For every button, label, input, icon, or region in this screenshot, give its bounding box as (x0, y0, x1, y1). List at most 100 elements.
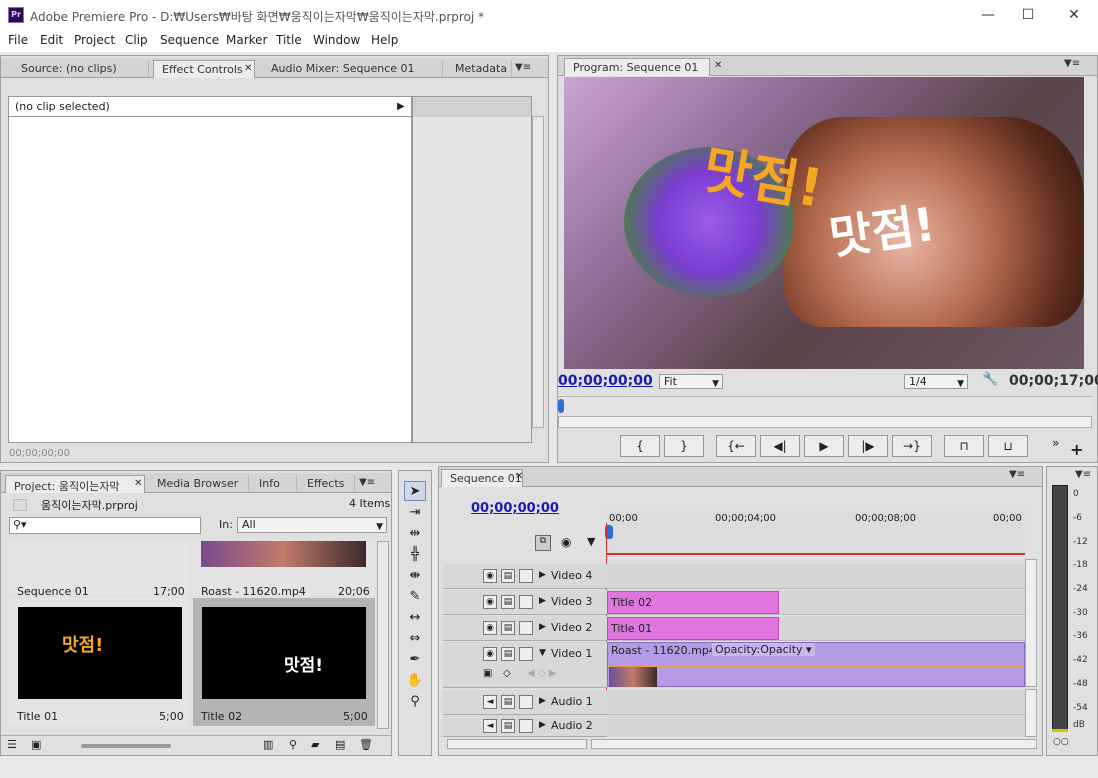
menu-project[interactable]: Project (74, 33, 115, 47)
eye-icon[interactable]: ◉ (483, 621, 497, 635)
list-view-icon[interactable]: ☰ (7, 738, 17, 751)
track-lane-video-4[interactable] (607, 564, 1025, 589)
speaker-icon[interactable]: ◄ (483, 695, 497, 709)
menu-title[interactable]: Title (276, 33, 302, 47)
keyframe-icon[interactable]: ◇ (503, 668, 511, 679)
selection-tool-icon[interactable]: ➤ (404, 481, 426, 501)
expand-arrow-icon[interactable]: ▶ (539, 696, 546, 706)
close-tab-icon[interactable]: ✕ (134, 478, 142, 489)
expand-arrow-icon[interactable]: ▶ (397, 101, 405, 112)
speaker-icon[interactable]: ◄ (483, 719, 497, 733)
vertical-scrollbar[interactable] (377, 541, 389, 729)
track-lane-video-3[interactable]: Title 02 (607, 590, 1025, 615)
timeline-hscrollbar[interactable] (591, 739, 1037, 749)
lock-icon[interactable] (519, 569, 533, 583)
expand-arrow-icon[interactable]: ▶ (539, 720, 546, 730)
rolling-edit-tool-icon[interactable]: ╬ (404, 545, 426, 565)
menu-window[interactable]: Window (313, 33, 360, 47)
go-to-in-button[interactable]: {← (716, 435, 756, 457)
clip-roast[interactable]: Roast - 11620.mp4 Opacity:Opacity ▾ (607, 642, 1025, 687)
clip-title-01[interactable]: Title 01 (607, 617, 779, 640)
project-item-sequence[interactable]: Sequence 01 17;00 (9, 541, 189, 598)
marker-icon[interactable]: ▼ (587, 535, 595, 548)
collapse-arrow-icon[interactable]: ▼ (539, 648, 546, 658)
track-lane-audio-2[interactable] (607, 715, 1025, 737)
go-to-out-button[interactable]: →} (892, 435, 932, 457)
mark-in-button[interactable]: { (620, 435, 660, 457)
film-icon[interactable]: ▤ (501, 695, 515, 709)
project-item-title01[interactable]: 맛점! Title 01 5;00 (9, 598, 189, 726)
in-dropdown[interactable]: All ▼ (237, 517, 387, 533)
fit-dropdown[interactable]: Fit ▼ (659, 374, 723, 389)
clip-title-02[interactable]: Title 02 (607, 591, 779, 614)
expand-arrow-icon[interactable]: ▶ (539, 596, 546, 606)
timeline-ruler[interactable]: 00;00 00;00;04;00 00;00;08;00 00;00 (605, 511, 1025, 555)
ripple-edit-tool-icon[interactable]: ⇹ (404, 524, 426, 544)
close-tab-icon[interactable]: ✕ (714, 60, 722, 71)
hand-tool-icon[interactable]: ✋ (404, 671, 426, 691)
program-timecode-current[interactable]: 00;00;00;00 (558, 373, 653, 389)
lock-icon[interactable] (519, 647, 533, 661)
close-tab-icon[interactable]: ✕ (244, 63, 252, 74)
slide-tool-icon[interactable]: ⇔ (404, 629, 426, 649)
work-area-bar[interactable] (607, 553, 1025, 555)
tab-project[interactable]: Project: 움직이는자막 (5, 475, 145, 493)
track-select-tool-icon[interactable]: ⇥ (404, 503, 426, 523)
header-scrollbar[interactable] (447, 739, 587, 749)
menu-clip[interactable]: Clip (125, 33, 148, 47)
solo-icon[interactable]: ○○ (1053, 737, 1069, 747)
tab-audio-mixer[interactable]: Audio Mixer: Sequence 01 (263, 60, 443, 78)
razor-tool-icon[interactable]: ✎ (404, 587, 426, 607)
maximize-button[interactable]: ☐ (1008, 4, 1048, 26)
keyframe-nav-icon[interactable]: ◀ ◇ ▶ (527, 668, 556, 679)
menu-file[interactable]: File (8, 33, 28, 47)
track-lane-video-2[interactable]: Title 01 (607, 616, 1025, 641)
rate-stretch-tool-icon[interactable]: ⇼ (404, 566, 426, 586)
video-scrollbar[interactable] (1025, 559, 1037, 687)
step-forward-button[interactable]: |▶ (848, 435, 888, 457)
extract-button[interactable]: ⊔ (988, 435, 1028, 457)
tab-metadata[interactable]: Metadata (447, 60, 512, 78)
panel-menu-icon[interactable]: ▼≡ (1075, 469, 1091, 480)
minimize-button[interactable]: — (968, 4, 1008, 26)
icon-view-icon[interactable]: ▣ (31, 738, 41, 751)
more-controls-icon[interactable]: » (1052, 436, 1059, 450)
film-icon[interactable]: ▤ (501, 595, 515, 609)
track-lane-audio-1[interactable] (607, 690, 1025, 715)
tab-effect-controls[interactable]: Effect Controls (153, 60, 255, 78)
tab-effects[interactable]: Effects (299, 475, 355, 493)
lock-icon[interactable] (519, 595, 533, 609)
new-bin-icon[interactable]: ▰ (311, 738, 319, 751)
zoom-tool-icon[interactable]: ⚲ (404, 692, 426, 712)
display-style-icon[interactable]: ▣ (483, 668, 492, 679)
menu-sequence[interactable]: Sequence (160, 33, 219, 47)
film-icon[interactable]: ▤ (501, 569, 515, 583)
tab-media-browser[interactable]: Media Browser (149, 475, 249, 493)
eye-icon[interactable]: ◉ (483, 569, 497, 583)
snap-icon[interactable]: ⧉ (535, 535, 551, 551)
mark-out-button[interactable]: } (664, 435, 704, 457)
panel-menu-icon[interactable]: ▼≡ (1064, 58, 1080, 69)
close-button[interactable]: ✕ (1054, 4, 1094, 26)
timeline-timecode[interactable]: 00;00;00;00 (471, 501, 559, 516)
lift-button[interactable]: ⊓ (944, 435, 984, 457)
search-input[interactable]: ⚲▾ (9, 517, 201, 534)
playhead-marker[interactable] (558, 399, 564, 413)
opacity-line[interactable] (608, 666, 1024, 667)
opacity-dropdown[interactable]: Opacity:Opacity ▾ (712, 643, 815, 656)
automate-icon[interactable]: ▥ (263, 738, 273, 751)
menu-help[interactable]: Help (371, 33, 398, 47)
tab-sequence-01[interactable]: Sequence 01 (441, 469, 523, 487)
lock-icon[interactable] (519, 719, 533, 733)
menu-marker[interactable]: Marker (226, 33, 267, 47)
tab-info[interactable]: Info (251, 475, 297, 493)
panel-menu-icon[interactable]: ▼≡ (515, 62, 531, 73)
eye-icon[interactable]: ◉ (483, 647, 497, 661)
tab-source[interactable]: Source: (no clips) (13, 60, 149, 78)
wrench-icon[interactable]: 🔧 (982, 372, 998, 387)
resolution-dropdown[interactable]: 1/4 ▼ (904, 374, 968, 389)
expand-arrow-icon[interactable]: ▶ (539, 570, 546, 580)
vertical-scrollbar[interactable] (532, 116, 544, 428)
menu-edit[interactable]: Edit (40, 33, 63, 47)
new-item-icon[interactable]: ▤ (335, 738, 345, 751)
